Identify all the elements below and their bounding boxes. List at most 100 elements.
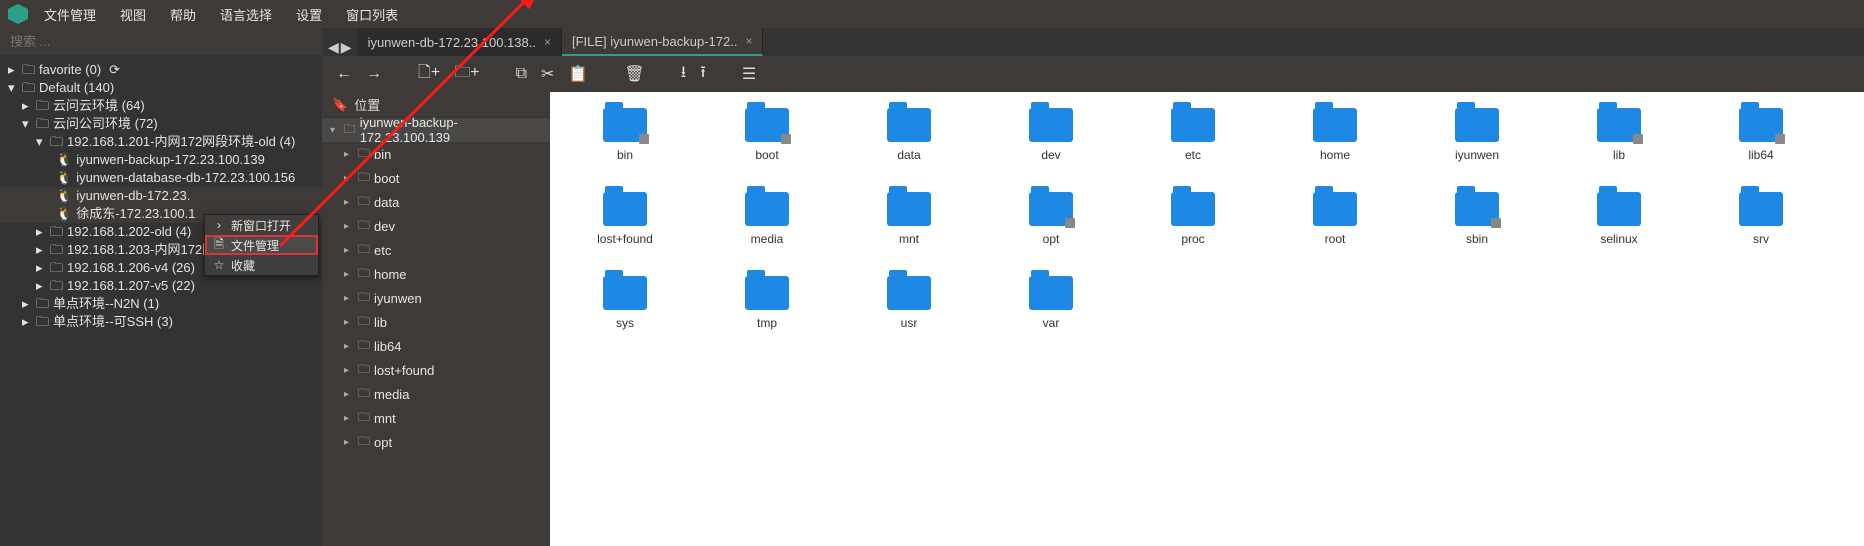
paste-icon[interactable]: 📋 [568, 64, 588, 84]
ctx-new-window[interactable]: ›新窗口打开 [205, 215, 318, 235]
folder-icon: 🗀 [358, 384, 370, 405]
folder-icon: 🗀 [358, 144, 370, 165]
ctx-favorite[interactable]: ☆收藏 [205, 255, 318, 275]
download-icon[interactable]: ⭳ [681, 61, 687, 88]
tab-file[interactable]: [FILE] iyunwen-backup-172..× [562, 28, 764, 56]
folder-item[interactable]: iyunwen [1422, 102, 1532, 182]
folder-item[interactable]: selinux [1564, 186, 1674, 266]
ctx-file-manager[interactable]: 🗎文件管理 [205, 235, 318, 255]
content-area: ◀ ▶ iyunwen-db-172.23.100.138..× [FILE] … [322, 28, 1864, 546]
folder-icon: 🗀 [358, 312, 370, 333]
location-panel: 🔖位置 ▾🗀iyunwen-backup-172.23.100.139 ▸🗀bi… [322, 92, 550, 546]
folder-item[interactable]: etc [1138, 102, 1248, 182]
tree-default[interactable]: ▾🗀 Default (140) [0, 79, 322, 97]
loc-item[interactable]: ▸🗀boot [322, 166, 550, 190]
tab-db[interactable]: iyunwen-db-172.23.100.138..× [358, 28, 562, 56]
tree-ssh[interactable]: ▸🗀 单点环境--可SSH (3) [0, 313, 322, 331]
folder-item[interactable]: sys [570, 270, 680, 350]
folder-label: lib64 [1748, 148, 1773, 162]
chevron-right-icon: › [213, 218, 225, 232]
folder-label: bin [617, 148, 633, 162]
close-icon[interactable]: × [745, 34, 752, 48]
folder-label: dev [1041, 148, 1060, 162]
nav-back-icon[interactable]: ← [336, 65, 352, 83]
folder-label: proc [1181, 232, 1204, 246]
loc-item[interactable]: ▸🗀iyunwen [322, 286, 550, 310]
tab-bar: ◀ ▶ iyunwen-db-172.23.100.138..× [FILE] … [322, 28, 1864, 56]
upload-icon[interactable]: ⭱ [700, 61, 706, 88]
tree-host-db[interactable]: 🐧 iyunwen-db-172.23. [0, 187, 322, 205]
tree-201[interactable]: ▾🗀 192.168.1.201-内网172网段环境-old (4) [0, 133, 322, 151]
nav-forward-icon[interactable]: → [366, 65, 382, 83]
lock-icon [1065, 218, 1075, 228]
loc-item[interactable]: ▸🗀lib [322, 310, 550, 334]
loc-item[interactable]: ▸🗀dev [322, 214, 550, 238]
folder-item[interactable]: sbin [1422, 186, 1532, 266]
folder-item[interactable]: boot [712, 102, 822, 182]
tree-env1[interactable]: ▸🗀 云问云环境 (64) [0, 97, 322, 115]
tab-prev-icon[interactable]: ◀ [328, 39, 339, 56]
folder-item[interactable]: srv [1706, 186, 1816, 266]
loc-item[interactable]: ▸🗀data [322, 190, 550, 214]
loc-item[interactable]: ▸🗀opt [322, 430, 550, 454]
folder-item[interactable]: mnt [854, 186, 964, 266]
menu-file[interactable]: 文件管理 [36, 1, 104, 28]
folder-label: lib [1613, 148, 1625, 162]
folder-label: etc [1185, 148, 1201, 162]
loc-item[interactable]: ▸🗀bin [322, 142, 550, 166]
close-icon[interactable]: × [544, 35, 551, 49]
tree-env2[interactable]: ▾🗀 云问公司环境 (72) [0, 115, 322, 133]
loc-item[interactable]: ▸🗀media [322, 382, 550, 406]
menu-settings[interactable]: 设置 [288, 1, 330, 28]
folder-icon: 🗀 [358, 240, 370, 261]
tab-next-icon[interactable]: ▶ [341, 39, 352, 56]
menu-help[interactable]: 帮助 [162, 1, 204, 28]
folder-label: sbin [1466, 232, 1488, 246]
folder-item[interactable]: home [1280, 102, 1390, 182]
folder-label: mnt [899, 232, 919, 246]
folder-item[interactable]: lost+found [570, 186, 680, 266]
tree-207[interactable]: ▸🗀 192.168.1.207-v5 (22) [0, 277, 322, 295]
folder-icon: 🗀 [358, 192, 370, 213]
loc-root[interactable]: ▾🗀iyunwen-backup-172.23.100.139 [322, 118, 550, 142]
folder-item[interactable]: usr [854, 270, 964, 350]
menu-windows[interactable]: 窗口列表 [338, 1, 406, 28]
folder-item[interactable]: dev [996, 102, 1106, 182]
tree-favorite[interactable]: ▸🗀 favorite (0) ⟳ [0, 61, 322, 79]
loc-item[interactable]: ▸🗀etc [322, 238, 550, 262]
tree-host-backup[interactable]: 🐧 iyunwen-backup-172.23.100.139 [0, 151, 322, 169]
folder-item[interactable]: lib [1564, 102, 1674, 182]
menu-view[interactable]: 视图 [112, 1, 154, 28]
loc-item[interactable]: ▸🗀lib64 [322, 334, 550, 358]
loc-item[interactable]: ▸🗀lost+found [322, 358, 550, 382]
folder-label: var [1043, 316, 1060, 330]
folder-item[interactable]: lib64 [1706, 102, 1816, 182]
app-logo-icon [8, 4, 28, 24]
copy-icon[interactable]: ⧉ [516, 65, 527, 83]
folder-item[interactable]: data [854, 102, 964, 182]
folder-item[interactable]: tmp [712, 270, 822, 350]
list-view-icon[interactable]: ☰ [742, 64, 756, 84]
folder-item[interactable]: proc [1138, 186, 1248, 266]
folder-item[interactable]: media [712, 186, 822, 266]
tree-host-database[interactable]: 🐧 iyunwen-database-db-172.23.100.156 [0, 169, 322, 187]
cut-icon[interactable]: ✂ [541, 64, 554, 84]
search-input[interactable] [10, 34, 312, 49]
folder-item[interactable]: var [996, 270, 1106, 350]
delete-icon[interactable]: 🗑 [624, 64, 644, 84]
folder-item[interactable]: root [1280, 186, 1390, 266]
linux-icon: 🐧 [56, 169, 72, 187]
menu-language[interactable]: 语言选择 [212, 1, 280, 28]
loc-item[interactable]: ▸🗀mnt [322, 406, 550, 430]
folder-item[interactable]: opt [996, 186, 1106, 266]
folder-icon: 🗀 [358, 408, 370, 429]
folder-label: sys [616, 316, 634, 330]
folder-label: data [897, 148, 920, 162]
lock-icon [1633, 134, 1643, 144]
new-file-icon[interactable]: 🗋+ [418, 61, 440, 88]
tree-n2n[interactable]: ▸🗀 单点环境--N2N (1) [0, 295, 322, 313]
loc-item[interactable]: ▸🗀home [322, 262, 550, 286]
folder-item[interactable]: bin [570, 102, 680, 182]
new-folder-icon[interactable]: 🗀+ [454, 61, 479, 88]
star-icon: ☆ [213, 258, 225, 272]
